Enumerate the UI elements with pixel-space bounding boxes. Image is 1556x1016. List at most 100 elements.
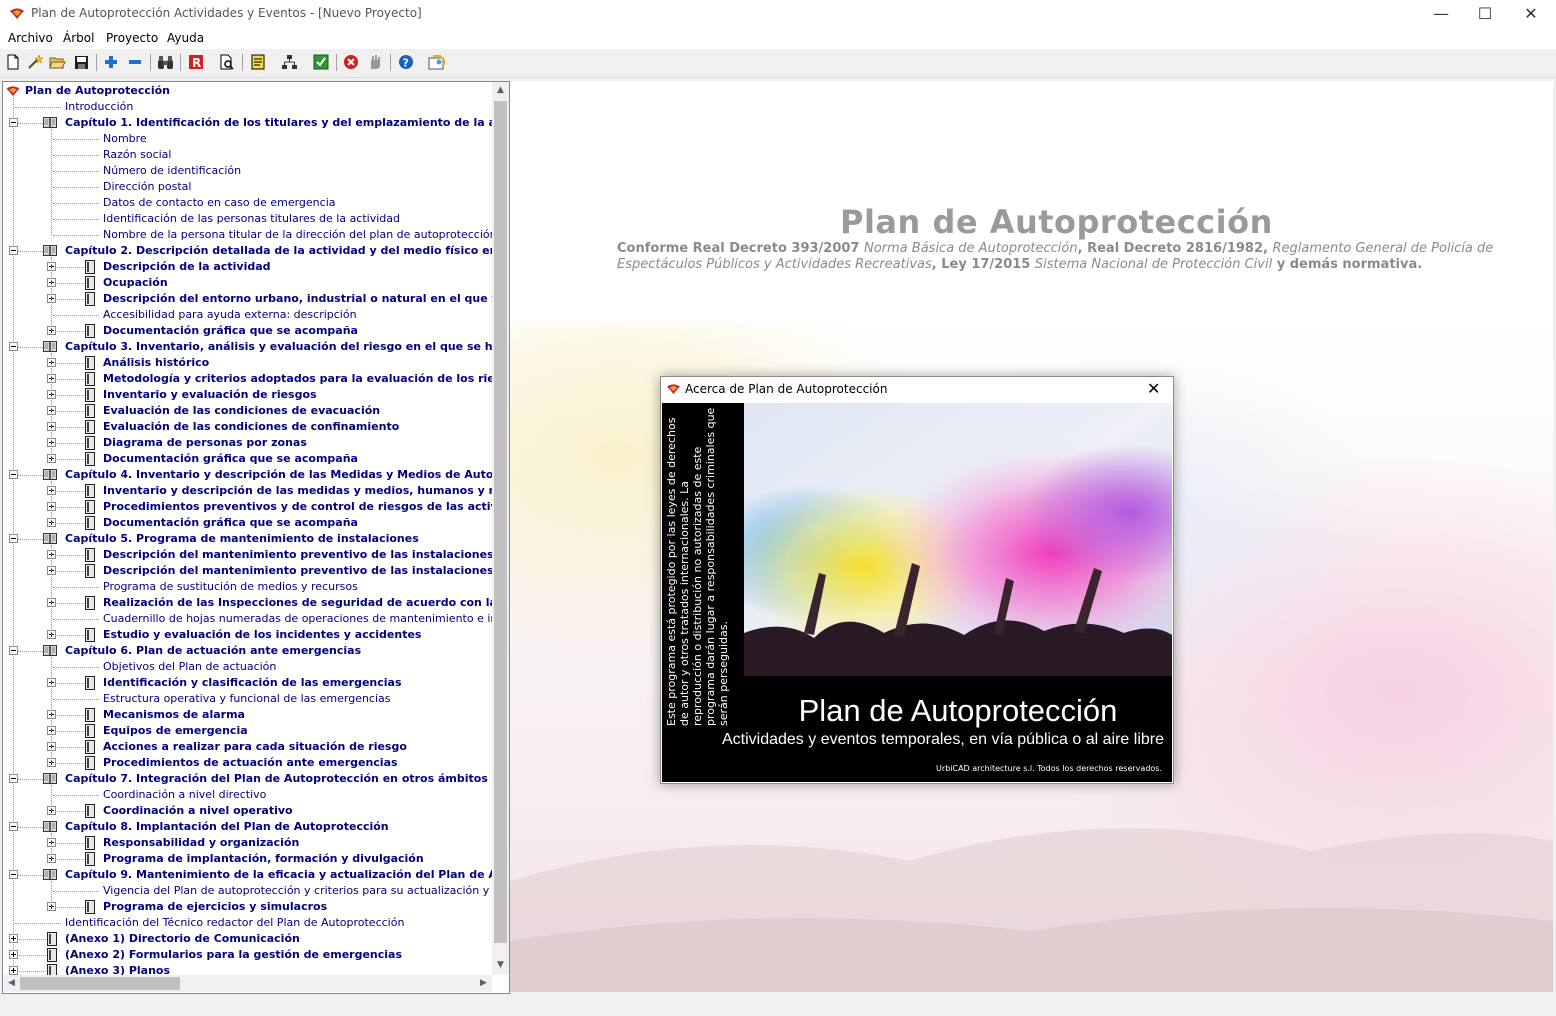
tree-vscroll-thumb[interactable] [494,101,507,943]
tree-row[interactable]: Responsabilidad y organización [3,835,492,851]
tree-row[interactable]: Metodología y criterios adoptados para l… [3,371,492,387]
tree-row[interactable]: Programa de sustitución de medios y recu… [3,579,492,595]
expand-icon[interactable] [9,966,18,975]
tree-row[interactable]: Estudio y evaluación de los incidentes y… [3,627,492,643]
scroll-up-icon[interactable]: ▲ [492,85,509,95]
tree-row[interactable]: Procedimientos preventivos y de control … [3,499,492,515]
tree-row[interactable]: Identificación del Técnico redactor del … [3,915,492,931]
tree-row[interactable]: Mecanismos de alarma [3,707,492,723]
about-icon[interactable] [427,53,445,71]
minus-icon[interactable] [126,53,144,71]
tree-row[interactable]: Programa de implantación, formación y di… [3,851,492,867]
tree-row[interactable]: Capítulo 3. Inventario, análisis y evalu… [3,339,492,355]
tree-row[interactable]: Coordinación a nivel operativo [3,803,492,819]
collapse-icon[interactable] [9,646,18,655]
tree-row[interactable]: Acciones a realizar para cada situación … [3,739,492,755]
tree-row[interactable]: Descripción de la actividad [3,259,492,275]
tree-row[interactable]: Evaluación de las condiciones de confina… [3,419,492,435]
collapse-icon[interactable] [9,870,18,879]
tree-hscroll-thumb[interactable] [20,977,180,990]
tree-row[interactable]: Ocupación [3,275,492,291]
tree-row[interactable]: Programa de ejercicios y simulacros [3,899,492,915]
tree-row[interactable]: Razón social [3,147,492,163]
tree-row[interactable]: Inventario y descripción de las medidas … [3,483,492,499]
tree-row[interactable]: Cuadernillo de hojas numeradas de operac… [3,611,492,627]
expand-icon[interactable] [9,934,18,943]
menu-ayuda[interactable]: Ayuda [167,31,204,45]
tree-row[interactable]: Identificación y clasificación de las em… [3,675,492,691]
tree-row[interactable]: Documentación gráfica que se acompaña [3,515,492,531]
tree-row[interactable]: Número de identificación [3,163,492,179]
magic-wand-icon[interactable] [26,53,44,71]
new-icon[interactable] [4,53,22,71]
tree-row[interactable]: Inventario y evaluación de riesgos [3,387,492,403]
notes-icon[interactable] [249,53,267,71]
tree-row[interactable]: Estructura operativa y funcional de las … [3,691,492,707]
close-button[interactable]: ✕ [1508,0,1554,28]
collapse-icon[interactable] [9,246,18,255]
scroll-down-icon[interactable]: ▼ [492,960,509,970]
tree-row[interactable]: (Anexo 2) Formularios para la gestión de… [3,947,492,963]
menu-proyecto[interactable]: Proyecto [106,31,158,45]
tree-row[interactable]: Documentación gráfica que se acompaña [3,323,492,339]
tree-row[interactable]: Nombre [3,131,492,147]
scroll-left-icon[interactable]: ◀ [3,978,20,988]
tree-row[interactable]: Capítulo 8. Implantación del Plan de Aut… [3,819,492,835]
tree-row[interactable]: Plan de Autoprotección [3,83,492,99]
tree-row[interactable]: Capítulo 9. Mantenimiento de la eficacia… [3,867,492,883]
tree-row[interactable]: Dirección postal [3,179,492,195]
menu-archivo[interactable]: Archivo [8,31,53,45]
print-preview-icon[interactable] [218,53,236,71]
help-icon[interactable]: ? [397,53,415,71]
menu-arbol[interactable]: Árbol [63,31,94,45]
tree-row[interactable]: Análisis histórico [3,355,492,371]
save-icon[interactable] [72,53,90,71]
minimize-button[interactable]: — [1418,0,1464,28]
tree-vertical-scrollbar[interactable]: ▲ ▼ [492,82,509,975]
tree-row[interactable]: Capítulo 5. Programa de mantenimiento de… [3,531,492,547]
collapse-icon[interactable] [9,118,18,127]
tree-row[interactable]: Introducción [3,99,492,115]
tree-row[interactable]: Realización de las Inspecciones de segur… [3,595,492,611]
binoculars-icon[interactable] [156,53,174,71]
hand-icon[interactable] [366,53,384,71]
collapse-icon[interactable] [9,822,18,831]
tree-row[interactable]: Procedimientos de actuación ante emergen… [3,755,492,771]
collapse-icon[interactable] [9,342,18,351]
about-dialog-close-button[interactable]: ✕ [1147,379,1160,398]
project-tree[interactable]: Plan de Autoprotección Introducción Capítu… [3,82,492,975]
collapse-icon[interactable] [9,534,18,543]
tree-row[interactable]: Datos de contacto en caso de emergencia [3,195,492,211]
tree-row[interactable]: Capítulo 2. Descripción detallada de la … [3,243,492,259]
tree-row[interactable]: Capítulo 6. Plan de actuación ante emerg… [3,643,492,659]
open-folder-icon[interactable] [48,53,66,71]
tree-row[interactable]: Descripción del entorno urbano, industri… [3,291,492,307]
tree-row[interactable]: Evaluación de las condiciones de evacuac… [3,403,492,419]
maximize-button[interactable]: ☐ [1462,0,1508,28]
plus-icon[interactable] [102,53,120,71]
tree-row[interactable]: Descripción del mantenimiento preventivo… [3,547,492,563]
tree-row[interactable]: (Anexo 1) Directorio de Comunicación [3,931,492,947]
tree-row[interactable]: Identificación de las personas titulares… [3,211,492,227]
tree-row[interactable]: Descripción del mantenimiento preventivo… [3,563,492,579]
tree-row[interactable]: Capítulo 1. Identificación de los titula… [3,115,492,131]
tree-row[interactable]: Diagrama de personas por zonas [3,435,492,451]
scroll-right-icon[interactable]: ▶ [475,978,492,988]
stop-icon[interactable] [342,53,360,71]
tree-row[interactable]: (Anexo 3) Planos [3,963,492,975]
tree-row[interactable]: Nombre de la persona titular de la direc… [3,227,492,243]
tree-row[interactable]: Capítulo 7. Integración del Plan de Auto… [3,771,492,787]
hierarchy-icon[interactable] [280,53,298,71]
tree-row[interactable]: Coordinación a nivel directivo [3,787,492,803]
tree-row[interactable]: Objetivos del Plan de actuación [3,659,492,675]
tree-row[interactable]: Accesibilidad para ayuda externa: descri… [3,307,492,323]
report-icon[interactable]: R [187,53,205,71]
collapse-icon[interactable] [9,774,18,783]
tree-row[interactable]: Equipos de emergencia [3,723,492,739]
tree-row[interactable]: Documentación gráfica que se acompaña [3,451,492,467]
expand-icon[interactable] [9,950,18,959]
tree-row[interactable]: Vigencia del Plan de autoprotección y cr… [3,883,492,899]
check-icon[interactable] [312,53,330,71]
tree-horizontal-scrollbar[interactable]: ◀ ▶ [3,975,492,992]
tree-row[interactable]: Capítulo 4. Inventario y descripción de … [3,467,492,483]
